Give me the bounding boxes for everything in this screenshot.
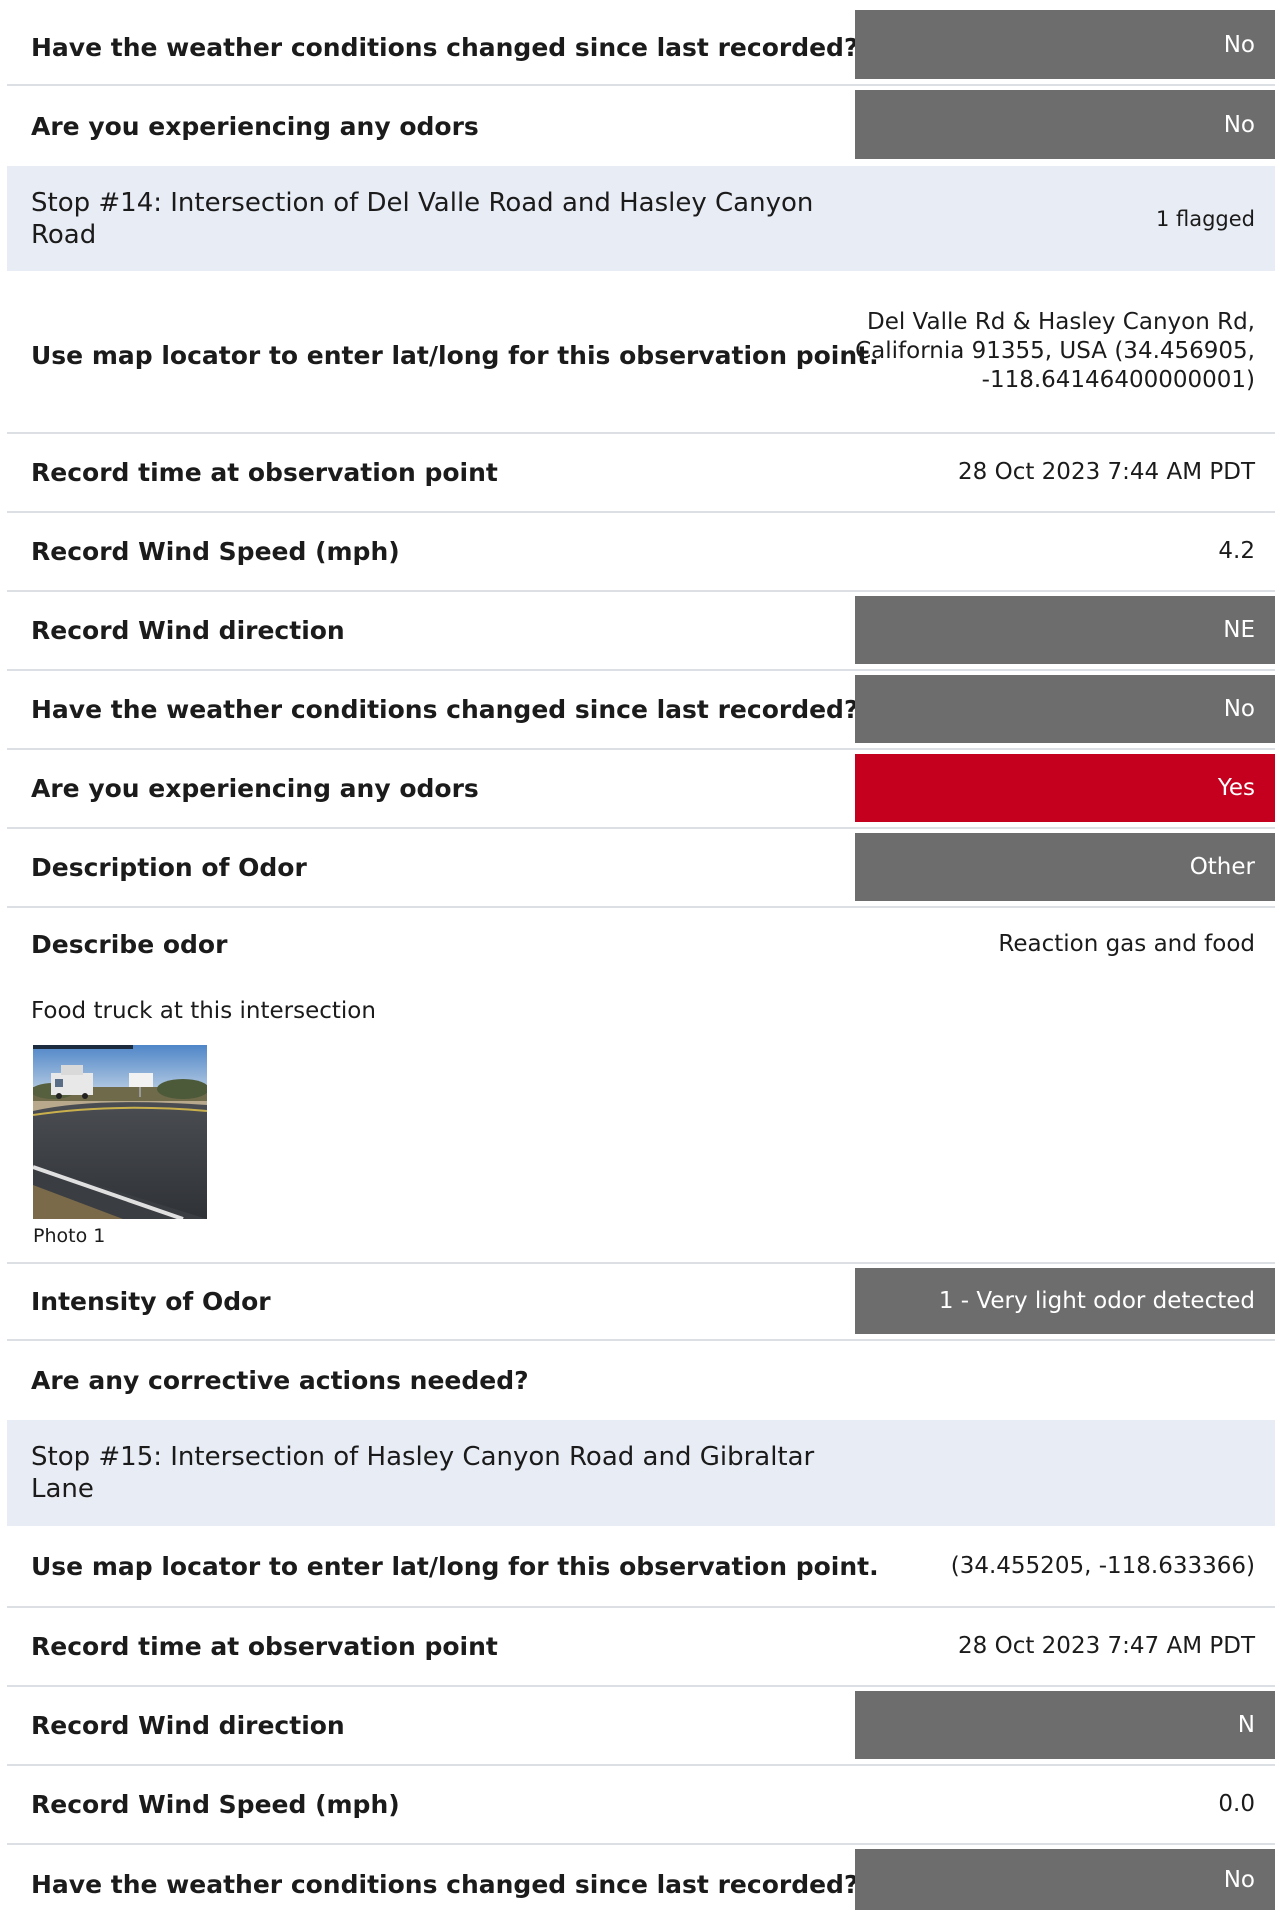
- section-header-stop-14[interactable]: Stop #14: Intersection of Del Valle Road…: [7, 166, 1275, 271]
- question-row: Record Wind Speed (mph) 4.2: [7, 513, 1275, 592]
- answer-value: No: [855, 90, 1275, 159]
- question-row: Record time at observation point 28 Oct …: [7, 434, 1275, 513]
- question-row: Record Wind direction N: [7, 1687, 1275, 1766]
- question-row: Have the weather conditions changed sinc…: [7, 1845, 1275, 1910]
- question-row: Describe odor Reaction gas and food: [7, 908, 1275, 980]
- answer-value: [855, 1345, 1275, 1415]
- question-row: Record Wind direction NE: [7, 592, 1275, 671]
- question-row: Are you experiencing any odors Yes: [7, 750, 1275, 829]
- photo-thumbnail[interactable]: [33, 1045, 207, 1219]
- answer-value: No: [855, 675, 1275, 743]
- question-row: Record Wind Speed (mph) 0.0: [7, 1766, 1275, 1845]
- location-value: (34.455205, -118.633366): [950, 1552, 1255, 1579]
- odor-text-value: Reaction gas and food: [998, 931, 1255, 957]
- inspection-report: Have the weather conditions changed sinc…: [0, 0, 1275, 1910]
- answer-value: No: [855, 1849, 1275, 1910]
- time-value: 28 Oct 2023 7:47 AM PDT: [958, 1633, 1255, 1659]
- section-title: Stop #15: Intersection of Hasley Canyon …: [31, 1442, 815, 1504]
- location-value: Del Valle Rd & Hasley Canyon Rd, Califor…: [855, 309, 1255, 393]
- photo-caption: Photo 1: [33, 1225, 106, 1247]
- wind-direction-value: N: [855, 1691, 1275, 1759]
- section-title: Stop #14: Intersection of Del Valle Road…: [31, 187, 814, 250]
- wind-direction-value: NE: [855, 596, 1275, 664]
- question-row: Are any corrective actions needed?: [7, 1341, 1275, 1420]
- question-row: Description of Odor Other: [7, 829, 1275, 908]
- question-row: Are you experiencing any odors No: [7, 86, 1275, 166]
- question-row: Use map locator to enter lat/long for th…: [7, 271, 1275, 434]
- answer-value-flagged: Yes: [855, 754, 1275, 822]
- flagged-count: 1 flagged: [1155, 206, 1255, 231]
- section-header-stop-15[interactable]: Stop #15: Intersection of Hasley Canyon …: [7, 1420, 1275, 1526]
- wind-speed-value: 0.0: [1218, 1791, 1255, 1817]
- question-row: Intensity of Odor 1 - Very light odor de…: [7, 1262, 1275, 1341]
- odor-intensity-value: 1 - Very light odor detected: [855, 1268, 1275, 1334]
- question-row: Have the weather conditions changed sinc…: [7, 10, 1275, 86]
- time-value: 28 Oct 2023 7:44 AM PDT: [958, 459, 1255, 485]
- observation-note: Food truck at this intersection: [31, 998, 376, 1024]
- question-row: Record time at observation point 28 Oct …: [7, 1608, 1275, 1687]
- photo-image: [33, 1045, 207, 1219]
- question-row: Have the weather conditions changed sinc…: [7, 671, 1275, 750]
- question-row: Use map locator to enter lat/long for th…: [7, 1526, 1275, 1608]
- odor-description-value: Other: [855, 833, 1275, 901]
- wind-speed-value: 4.2: [1218, 538, 1255, 564]
- answer-value: No: [855, 10, 1275, 79]
